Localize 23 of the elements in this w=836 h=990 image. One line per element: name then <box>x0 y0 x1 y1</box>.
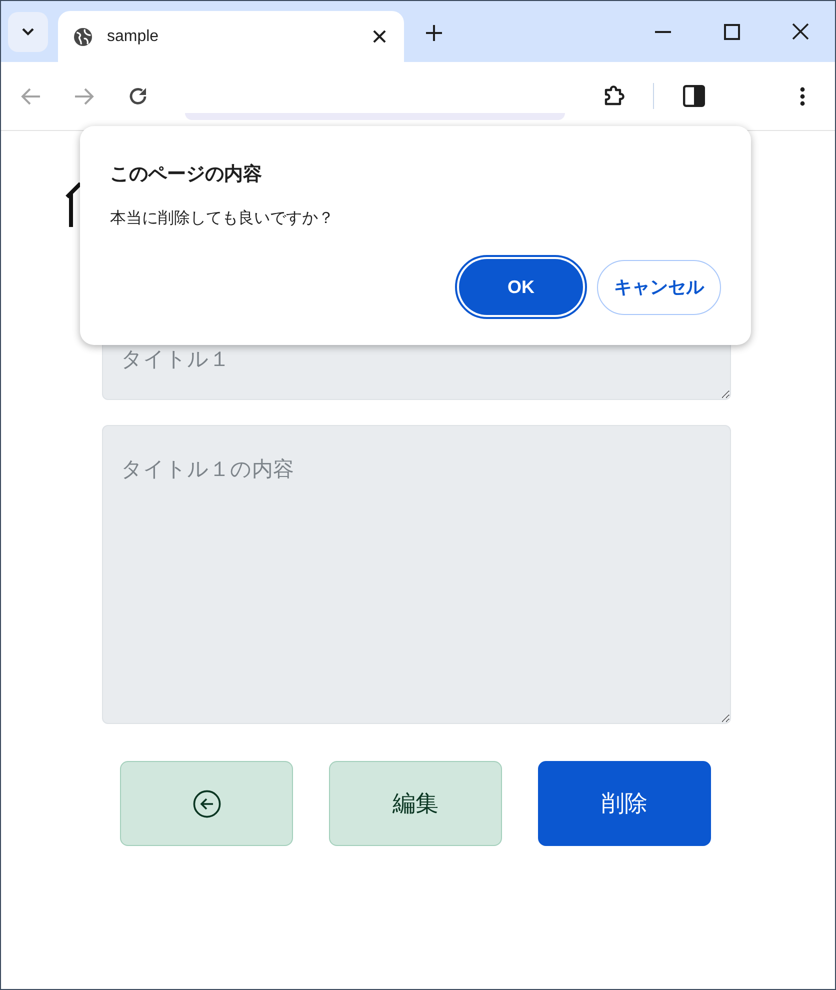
tab-search-button[interactable] <box>8 12 48 52</box>
chevron-down-icon <box>22 28 34 36</box>
globe-icon <box>74 28 92 46</box>
close-icon <box>372 30 386 43</box>
kebab-menu-icon <box>800 86 804 106</box>
close-icon <box>792 23 809 40</box>
dialog-title: このページの内容 <box>110 162 263 187</box>
right-arrow-icon <box>74 88 94 104</box>
content-field[interactable]: タイトル１の内容 <box>102 425 731 724</box>
delete-button[interactable]: 削除 <box>538 761 711 846</box>
dialog-message: 本当に削除しても良いですか？ <box>110 208 335 229</box>
confirm-button[interactable]: OK <box>455 255 587 319</box>
house-icon <box>65 181 81 229</box>
puzzle-icon <box>602 84 626 108</box>
left-arrow-icon <box>20 88 40 104</box>
plus-icon <box>426 25 442 41</box>
edit-button[interactable]: 編集 <box>329 761 502 846</box>
cancel-button[interactable]: キャンセル <box>597 260 721 314</box>
maximize-icon <box>724 24 740 40</box>
reload-icon <box>128 86 148 106</box>
browser-tab[interactable]: sample <box>58 11 404 62</box>
side-panel-icon <box>683 85 705 107</box>
minimize-icon <box>654 30 670 32</box>
